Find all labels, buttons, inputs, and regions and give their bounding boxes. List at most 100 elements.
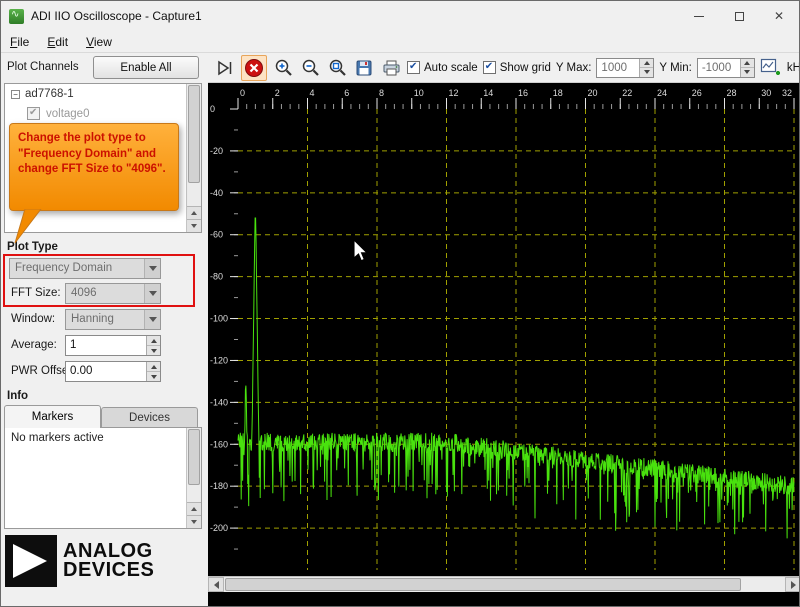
zoom-fit-icon xyxy=(329,59,346,76)
svg-text:20: 20 xyxy=(588,88,598,98)
printer-icon xyxy=(383,60,399,75)
scroll-up-button[interactable] xyxy=(187,206,201,219)
tab-markers[interactable]: Markers xyxy=(4,405,101,428)
adi-triangle-icon xyxy=(5,535,57,587)
svg-text:18: 18 xyxy=(553,88,563,98)
svg-text:8: 8 xyxy=(379,88,384,98)
scrollbar-thumb[interactable] xyxy=(225,578,742,591)
device-name: ad7768-1 xyxy=(25,88,74,100)
maximize-button[interactable] xyxy=(719,1,759,31)
markers-status-text: No markers active xyxy=(11,432,104,444)
save-button[interactable] xyxy=(353,57,375,79)
stop-capture-button[interactable] xyxy=(241,54,267,81)
spin-buttons[interactable] xyxy=(146,336,160,355)
auto-scale-option[interactable]: Auto scale xyxy=(407,61,478,74)
spin-buttons[interactable] xyxy=(146,362,160,381)
tab-devices[interactable]: Devices xyxy=(101,407,198,428)
fft-size-dropdown[interactable]: 4096 xyxy=(65,283,161,304)
spin-buttons[interactable] xyxy=(739,58,754,77)
average-label: Average: xyxy=(11,339,57,351)
channel-list-scrollbar[interactable] xyxy=(186,84,201,232)
x-axis-unit-label: kHz xyxy=(786,61,799,74)
menu-file[interactable]: File xyxy=(1,32,38,52)
spin-up-button[interactable] xyxy=(147,362,160,372)
analog-devices-logo: ANALOG DEVICES xyxy=(5,535,154,587)
spin-down-button[interactable] xyxy=(740,68,754,77)
enable-all-button[interactable]: Enable All xyxy=(93,56,199,79)
window-controls: ✕ xyxy=(679,1,799,31)
scrollbar-thumb[interactable] xyxy=(188,85,200,183)
y-max-spinner[interactable]: 1000 xyxy=(596,57,655,78)
spin-buttons[interactable] xyxy=(639,58,654,77)
scroll-down-button[interactable] xyxy=(187,515,201,528)
scroll-right-button[interactable] xyxy=(785,577,799,592)
device-tree-row[interactable]: − ad7768-1 xyxy=(11,88,74,100)
y-max-value: 1000 xyxy=(601,61,628,74)
window-dropdown[interactable]: Hanning xyxy=(65,309,161,330)
auto-scale-checkbox[interactable] xyxy=(407,61,420,74)
y-min-spinner[interactable]: -1000 xyxy=(696,57,755,78)
plot-canvas[interactable]: 0 2 4 6 8 10 12 14 16 18 20 22 24 26 28 30 320-20-40-60-… xyxy=(208,83,800,576)
spin-down-button[interactable] xyxy=(640,68,654,77)
average-spinner[interactable]: 1 xyxy=(65,335,161,356)
sidebar: Plot Channels Enable All − ad7768-1 volt… xyxy=(1,53,208,606)
down-arrow-icon xyxy=(191,224,197,228)
down-arrow-icon xyxy=(643,70,650,75)
fft-size-value: 4096 xyxy=(71,287,97,299)
tree-collapse-icon[interactable]: − xyxy=(11,89,20,99)
markers-scrollbar[interactable] xyxy=(186,428,201,528)
pwr-offset-spinner[interactable]: 0.00 xyxy=(65,361,161,382)
scroll-up-button[interactable] xyxy=(187,502,201,515)
svg-text:2: 2 xyxy=(275,88,280,98)
plot-horizontal-scrollbar[interactable] xyxy=(208,576,799,592)
scrollbar-thumb[interactable] xyxy=(188,429,200,485)
zoom-out-icon xyxy=(302,59,319,76)
menu-edit[interactable]: Edit xyxy=(38,32,77,52)
show-grid-checkbox[interactable] xyxy=(482,61,496,74)
instruction-callout: Change the plot type to "Frequency Domai… xyxy=(9,123,179,211)
play-forward-icon xyxy=(218,60,232,75)
show-grid-option[interactable]: Show grid xyxy=(482,61,551,74)
svg-text:-140: -140 xyxy=(210,397,228,407)
print-button[interactable] xyxy=(380,57,402,79)
svg-text:30: 30 xyxy=(761,88,771,98)
zoom-out-button[interactable] xyxy=(299,57,321,79)
plot-region: 0 2 4 6 8 10 12 14 16 18 20 22 24 26 28 30 32 0 -20 -40 -60-… xyxy=(208,83,800,592)
chevron-down-icon xyxy=(148,291,157,296)
spin-up-button[interactable] xyxy=(740,58,754,68)
stop-icon xyxy=(245,58,263,77)
window-label: Window: xyxy=(11,313,56,325)
plot-toolbar: Auto scale Show grid Y Max: 1000 Y Min: … xyxy=(208,53,799,83)
spin-up-button[interactable] xyxy=(640,58,654,68)
new-plot-button[interactable] xyxy=(760,57,782,79)
title-bar: ADI IIO Oscilloscope - Capture1 ✕ xyxy=(1,1,799,31)
scroll-left-button[interactable] xyxy=(208,577,224,592)
zoom-in-button[interactable] xyxy=(272,57,294,79)
down-arrow-icon xyxy=(191,520,197,524)
menu-view[interactable]: View xyxy=(77,32,121,52)
down-arrow-icon xyxy=(150,348,157,353)
y-min-label: Y Min: xyxy=(659,61,692,74)
capture-play-button[interactable] xyxy=(214,57,236,79)
spin-down-button[interactable] xyxy=(147,346,160,355)
up-arrow-icon xyxy=(191,507,197,511)
svg-text:0: 0 xyxy=(240,88,245,98)
main-area: Auto scale Show grid Y Max: 1000 Y Min: … xyxy=(208,53,800,606)
voltage0-checkbox[interactable] xyxy=(27,107,40,120)
channel-row: voltage0 xyxy=(27,107,89,120)
scroll-down-button[interactable] xyxy=(187,219,201,232)
svg-text:22: 22 xyxy=(622,88,632,98)
plot-type-dropdown[interactable]: Frequency Domain xyxy=(9,258,161,279)
svg-text:32: 32 xyxy=(782,88,792,98)
spin-up-button[interactable] xyxy=(147,336,160,346)
right-arrow-icon xyxy=(790,580,796,589)
svg-text:-200: -200 xyxy=(210,523,228,533)
close-button[interactable]: ✕ xyxy=(759,1,799,31)
spin-down-button[interactable] xyxy=(147,372,160,381)
up-arrow-icon xyxy=(191,211,197,215)
zoom-fit-button[interactable] xyxy=(326,57,348,79)
window-value: Hanning xyxy=(71,313,114,325)
minimize-button[interactable] xyxy=(679,1,719,31)
svg-text:24: 24 xyxy=(657,88,667,98)
scroll-track[interactable] xyxy=(224,577,785,592)
